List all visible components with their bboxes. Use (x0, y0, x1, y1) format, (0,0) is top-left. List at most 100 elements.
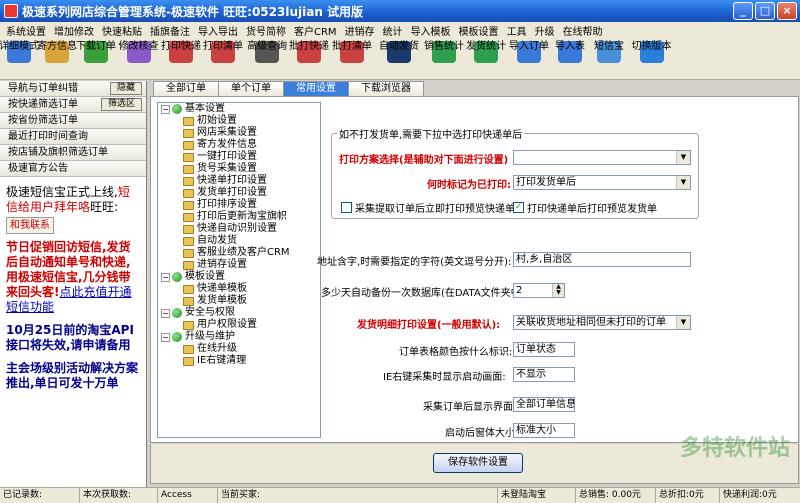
menu-crm[interactable]: 客户CRM (290, 23, 341, 38)
print-express-button[interactable]: 打印快递 (161, 39, 201, 64)
import-order-button[interactable]: 导入订单 (507, 39, 551, 64)
tree-item[interactable]: 进销存设置 (158, 259, 320, 271)
toolbar-label: 导入订单 (509, 41, 549, 52)
print-scheme-select[interactable]: ▼ (513, 150, 691, 165)
tab-common-settings[interactable]: 常用设置 (283, 81, 349, 97)
tree-item[interactable]: 客服业绩及客户CRM (158, 247, 320, 259)
sender-info-button[interactable]: 寄方信息 (37, 39, 77, 64)
minimize-button[interactable]: _ (733, 2, 753, 20)
ship-stats-button[interactable]: 发货统计 (465, 39, 507, 64)
download-order-button[interactable]: 下载订单 (76, 39, 116, 64)
tree-item[interactable]: 发货单模板 (158, 295, 320, 307)
tree-item[interactable]: 在线升级 (158, 343, 320, 355)
checkbox-box (341, 202, 352, 213)
menu-system-settings[interactable]: 系统设置 (2, 23, 50, 38)
collapse-icon[interactable]: − (161, 308, 170, 318)
save-settings-button[interactable]: 保存软件设置 (433, 453, 523, 473)
tree-group[interactable]: − 模板设置 (158, 271, 320, 283)
tab-all-orders[interactable]: 全部订单 (153, 81, 219, 96)
nav-order-correction[interactable]: 导航与订单纠错 隐藏 (0, 81, 146, 97)
tree-label: 快递自动识别设置 (197, 223, 277, 234)
tree-item[interactable]: 初始设置 (158, 115, 320, 127)
tab-download-browser[interactable]: 下载浏览器 (348, 81, 424, 96)
tree-group[interactable]: − 升级与维护 (158, 331, 320, 343)
collapse-icon[interactable]: − (161, 332, 170, 342)
tree-item[interactable]: 用户权限设置 (158, 319, 320, 331)
collapse-icon[interactable]: − (161, 272, 170, 282)
mark-printed-select[interactable]: 打印发货单后 ▼ (513, 175, 691, 190)
tree-label: 货号采集设置 (197, 163, 257, 174)
tree-item[interactable]: 快递单模板 (158, 283, 320, 295)
menu-inventory[interactable]: 进销存 (341, 23, 379, 38)
address-keywords-input[interactable]: 村,乡,自治区 (513, 252, 691, 267)
folder-icon (183, 164, 194, 174)
menu-stats[interactable]: 统计 (379, 23, 407, 38)
collapse-icon[interactable]: − (161, 104, 170, 114)
menu-tools[interactable]: 工具 (503, 23, 531, 38)
menu-quick-paste[interactable]: 快速粘贴 (98, 23, 146, 38)
window-size-select[interactable]: 标准大小 (513, 423, 575, 438)
tree-item[interactable]: IE右键清理 (158, 355, 320, 367)
detail-print-select[interactable]: 关联收货地址相同但未打印的订单 ▼ (513, 315, 691, 330)
tree-item[interactable]: 快递单打印设置 (158, 175, 320, 187)
bulletin-event-notice[interactable]: 主会场级别活动解决方案推出,单日可发十万单 (6, 361, 140, 391)
nav-filter-by-province[interactable]: 按省份筛选订单 (0, 113, 146, 129)
status-fetched-count: 本次获取数: (80, 488, 158, 503)
tree-item[interactable]: 寄方发件信息 (158, 139, 320, 151)
close-button[interactable]: × (777, 2, 797, 20)
sidebar: 导航与订单纠错 隐藏 按快递筛选订单 筛选区 按省份筛选订单 最近打印时间查询 … (0, 81, 147, 487)
menu-upgrade[interactable]: 升级 (531, 23, 559, 38)
tree-item[interactable]: 货号采集设置 (158, 163, 320, 175)
filter-area-button[interactable]: 筛选区 (100, 98, 142, 111)
tab-single-order[interactable]: 单个订单 (218, 81, 284, 96)
auto-ship-button[interactable]: 自动发货 (375, 39, 423, 64)
bulletin-api-notice[interactable]: 10月25日前的淘宝API接口将失效,请申请备用 (6, 323, 140, 353)
nav-recent-print-time[interactable]: 最近打印时间查询 (0, 129, 146, 145)
tree-group[interactable]: − 安全与权限 (158, 307, 320, 319)
tree-item[interactable]: 网店采集设置 (158, 127, 320, 139)
tree-item[interactable]: 打印排序设置 (158, 199, 320, 211)
tree-item[interactable]: 发货单打印设置 (158, 187, 320, 199)
detail-mode-button[interactable]: 详细模式 (0, 39, 39, 64)
ie-splash-select[interactable]: 不显示 (513, 367, 575, 382)
menu-add-edit[interactable]: 增加修改 (50, 23, 98, 38)
folder-icon (183, 356, 194, 366)
menu-bar: 系统设置 增加修改 快速粘贴 插旗备注 导入导出 货号简称 客户CRM 进销存 … (0, 22, 800, 39)
batch-print-express-button[interactable]: 批打快递 (289, 39, 329, 64)
preview-express-checkbox[interactable]: 采集提取订单后立即打印预览快递单 (341, 200, 515, 215)
backup-days-input[interactable]: 2 ▲ ▼ (513, 283, 565, 298)
tree-item[interactable]: 自动发货 (158, 235, 320, 247)
nav-official-notice[interactable]: 极速官方公告 (0, 161, 146, 177)
status-record-count: 已记录数: (0, 488, 80, 503)
nav-filter-by-express[interactable]: 按快递筛选订单 筛选区 (0, 97, 146, 113)
maximize-button[interactable]: □ (755, 2, 775, 20)
sales-stats-button[interactable]: 销售统计 (423, 39, 465, 64)
tree-item[interactable]: 打印后更新淘宝旗帜 (158, 211, 320, 223)
window-size-label: 启动后窗体大小 (445, 428, 515, 439)
detail-print-label: 发货明细打印设置(一般用默认): (357, 320, 501, 331)
settings-form: 如不打发货单,需要下拉中选打印快递单后 打印方案选择(是辅助对下面进行设置) ▼… (317, 101, 797, 441)
batch-print-list-button[interactable]: 批打清单 (329, 39, 375, 64)
tree-group[interactable]: − 基本设置 (158, 103, 320, 115)
tree-item[interactable]: 一键打印设置 (158, 151, 320, 163)
nav-filter-by-shop-flag[interactable]: 按店铺及旗帜筛选订单 (0, 145, 146, 161)
preview-ship-checkbox[interactable]: ✓ 打印快递单后打印预览发货单 (513, 200, 657, 215)
menu-template-settings[interactable]: 模板设置 (455, 23, 503, 38)
advanced-query-button[interactable]: 高级查询 (245, 39, 289, 64)
hide-button[interactable]: 隐藏 (109, 82, 142, 95)
menu-sku-alias[interactable]: 货号简称 (242, 23, 290, 38)
menu-import-export[interactable]: 导入导出 (194, 23, 242, 38)
switch-version-button[interactable]: 切换版本 (629, 39, 674, 64)
contact-me-button[interactable]: 和我联系 (6, 217, 54, 234)
menu-import-template[interactable]: 导入模板 (407, 23, 455, 38)
sms-button[interactable]: 短信宝 (589, 39, 629, 64)
menu-online-help[interactable]: 在线帮助 (559, 23, 607, 38)
spinner-arrows-icon[interactable]: ▲ ▼ (552, 284, 564, 297)
print-list-button[interactable]: 打印清单 (201, 39, 245, 64)
row-color-select[interactable]: 订单状态 (513, 342, 575, 357)
menu-flag-remark[interactable]: 插旗备注 (146, 23, 194, 38)
import-table-button[interactable]: 导入表 (551, 39, 589, 64)
collect-view-select[interactable]: 全部订单信息 (513, 397, 575, 412)
edit-check-button[interactable]: 修改核查 (116, 39, 161, 64)
tree-item[interactable]: 快递自动识别设置 (158, 223, 320, 235)
